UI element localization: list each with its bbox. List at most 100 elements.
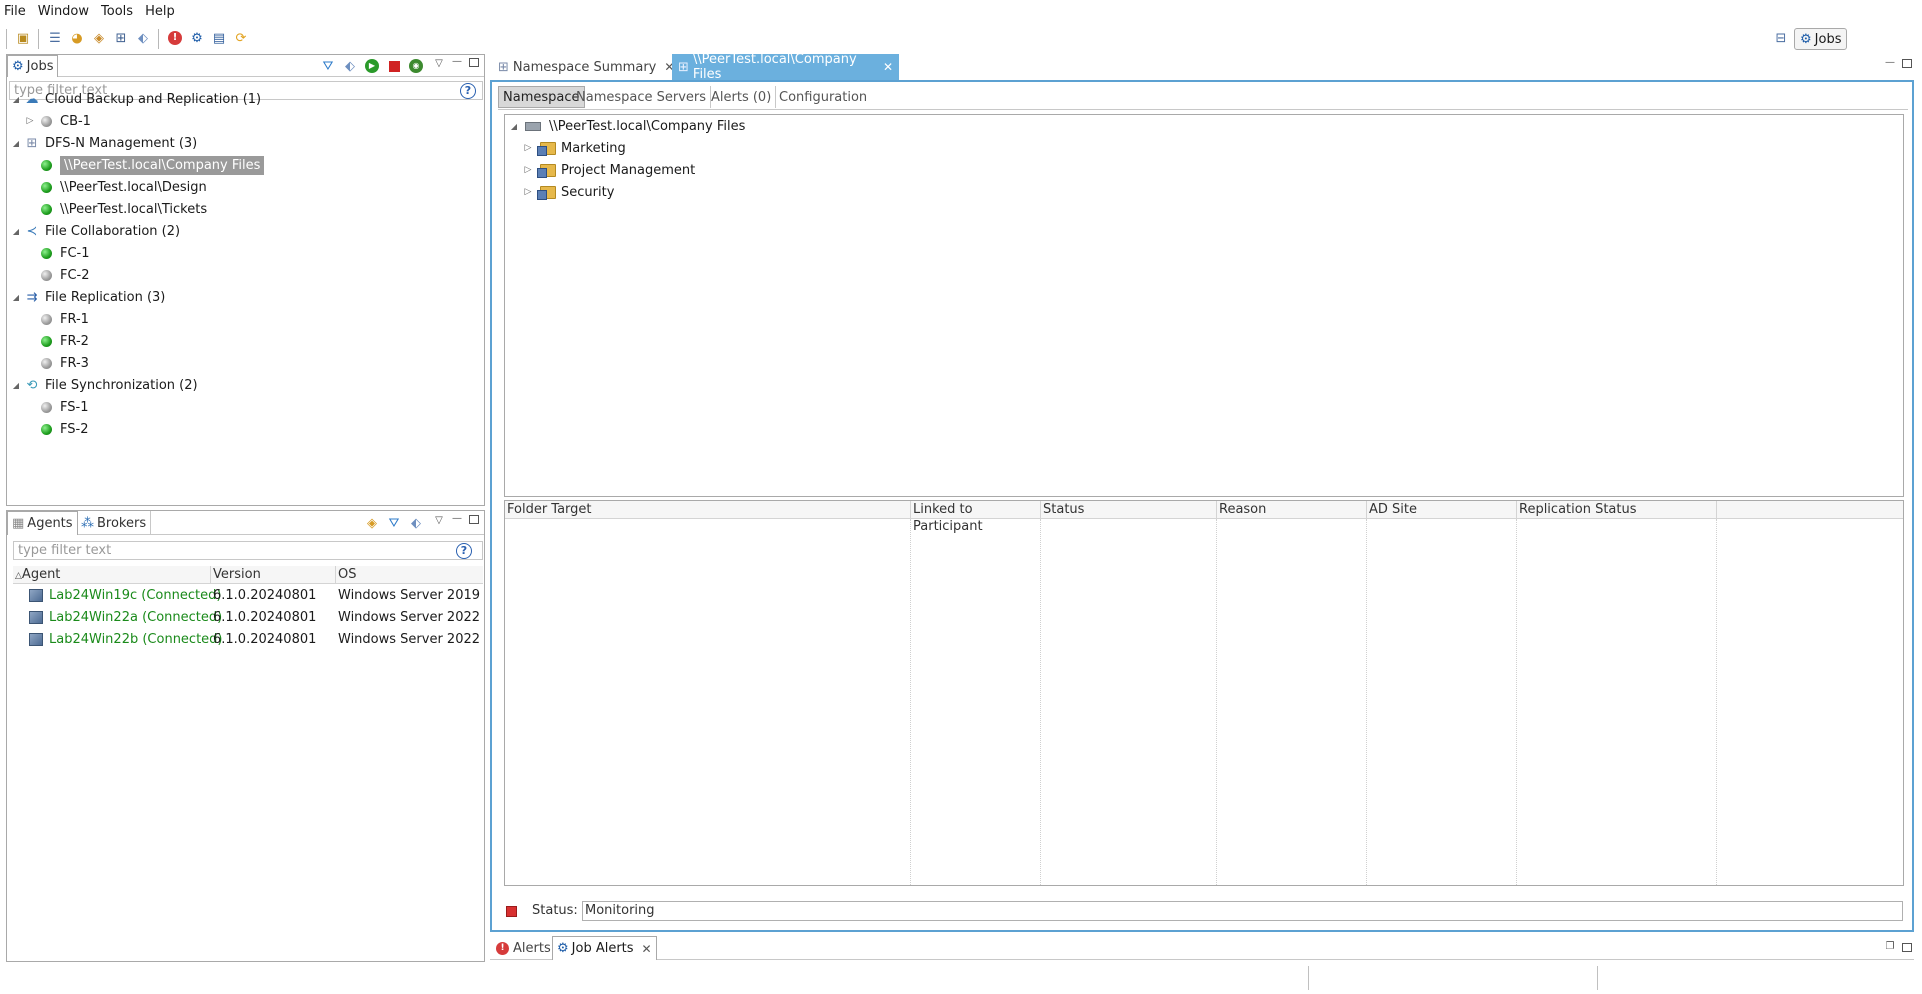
expand-arrow-icon[interactable]: ▷ — [523, 143, 533, 153]
collapse-arrow-icon[interactable]: ◢ — [11, 381, 21, 390]
namespace-folder[interactable]: ▷ Security — [523, 181, 614, 203]
menu-help[interactable]: Help — [145, 4, 175, 19]
tab-job-alerts[interactable]: ⚙ Job Alerts ✕ — [552, 936, 657, 960]
maximize-icon[interactable] — [1902, 59, 1912, 68]
close-icon[interactable]: ✕ — [642, 942, 652, 956]
maximize-icon[interactable] — [1902, 943, 1912, 952]
column-os[interactable]: OS — [336, 566, 483, 584]
agent-row[interactable]: Lab24Win19c (Connected) 6.1.0.20240801 Win… — [29, 585, 480, 605]
job-item[interactable]: \\PeerTest.local\Tickets — [25, 198, 207, 220]
agent-tool-icon[interactable]: ◈ — [363, 514, 381, 532]
close-icon[interactable]: ✕ — [883, 60, 893, 74]
expand-arrow-icon[interactable]: ▷ — [25, 116, 35, 126]
column-version[interactable]: Version — [211, 566, 336, 584]
minimize-icon[interactable]: — — [1884, 58, 1896, 70]
restore-icon[interactable]: ❐ — [1884, 942, 1896, 954]
job-item[interactable]: FC-1 — [25, 242, 90, 264]
tab-company-files[interactable]: ⊞ \\PeerTest.local\Company Files ✕ — [672, 52, 899, 82]
tab-brokers[interactable]: ⁂ Brokers — [77, 511, 152, 535]
broker-icon[interactable]: ◈ — [90, 29, 108, 47]
filter-icon[interactable]: ⛛ — [319, 57, 337, 75]
column-linked-to-participant[interactable]: Linked to Participant — [911, 501, 1041, 534]
help-icon[interactable]: ? — [456, 543, 472, 559]
minimize-icon[interactable]: — — [451, 514, 463, 526]
collapse-arrow-icon[interactable]: ◢ — [11, 293, 21, 302]
agent-row[interactable]: Lab24Win22b (Connected) 6.1.0.20240801 Win… — [29, 629, 480, 649]
job-item[interactable]: \\PeerTest.local\Design — [25, 176, 207, 198]
agent-icon — [29, 588, 43, 602]
collapse-arrow-icon[interactable]: ◢ — [11, 95, 21, 104]
filter-icon[interactable]: ⛛ — [385, 514, 403, 532]
start-icon[interactable]: ▶ — [363, 57, 381, 75]
minimize-icon[interactable]: — — [451, 57, 463, 69]
menu-file[interactable]: File — [4, 4, 26, 19]
refresh-icon[interactable]: ⟳ — [232, 29, 250, 47]
job-group[interactable]: ◢ ☁ Cloud Backup and Replication (1) — [11, 88, 261, 110]
tag-icon[interactable]: ⬖ — [407, 514, 425, 532]
namespace-root[interactable]: ◢ \\PeerTest.local\Company Files — [509, 115, 745, 137]
job-item[interactable]: FR-2 — [25, 330, 89, 352]
job-group[interactable]: ◢ ≺ File Collaboration (2) — [11, 220, 180, 242]
open-perspective-icon[interactable]: ⊟ — [1772, 29, 1790, 47]
job-group[interactable]: ◢ ⊞ DFS-N Management (3) — [11, 132, 197, 154]
job-item[interactable]: ▷ CB-1 — [25, 110, 91, 132]
tag-icon[interactable]: ⬖ — [134, 29, 152, 47]
column-agent[interactable]: △Agent — [13, 566, 211, 584]
menu-window[interactable]: Window — [38, 4, 89, 19]
view-menu-icon[interactable]: ▽ — [433, 59, 445, 71]
agent-globe-icon[interactable]: ◕ — [68, 29, 86, 47]
maximize-icon[interactable] — [469, 58, 479, 67]
monitor-icon[interactable]: ⊞ — [112, 29, 130, 47]
expand-arrow-icon[interactable]: ▷ — [523, 187, 533, 197]
tab-namespace-summary[interactable]: ⊞ Namespace Summary ✕ — [492, 56, 680, 78]
column-folder-target[interactable]: Folder Target — [505, 501, 911, 519]
job-item[interactable]: FR-1 — [25, 308, 89, 330]
agent-row[interactable]: Lab24Win22a (Connected) 6.1.0.20240801 Win… — [29, 607, 480, 627]
namespace-folder[interactable]: ▷ Project Management — [523, 159, 695, 181]
collapse-arrow-icon[interactable]: ◢ — [11, 139, 21, 148]
job-item-label: FR-2 — [60, 333, 89, 349]
column-status[interactable]: Status — [1041, 501, 1217, 519]
collapse-arrow-icon[interactable]: ◢ — [11, 227, 21, 236]
tag-icon[interactable]: ⬖ — [341, 57, 359, 75]
tab-alerts[interactable]: Alerts (0) — [707, 86, 777, 108]
menu-tools[interactable]: Tools — [101, 4, 133, 19]
tab-namespace-servers[interactable]: Namespace Servers — [572, 86, 712, 108]
stop-icon[interactable] — [385, 57, 403, 75]
job-item[interactable]: \\PeerTest.local\Company Files — [25, 154, 265, 176]
column-replication-status[interactable]: Replication Status — [1517, 501, 1717, 519]
scan-icon[interactable]: ◉ — [407, 57, 425, 75]
job-group[interactable]: ◢ ⇉ File Replication (3) — [11, 286, 165, 308]
perspective-jobs-button[interactable]: ⚙ Jobs — [1794, 28, 1848, 50]
agent-version: 6.1.0.20240801 — [213, 609, 317, 625]
gear-icon: ⚙ — [12, 59, 24, 74]
job-item[interactable]: FS-1 — [25, 396, 88, 418]
column-ad-site[interactable]: AD Site — [1367, 501, 1517, 519]
inner-tabbar: Namespace Namespace Servers Alerts (0) C… — [498, 82, 1908, 110]
new-job-icon[interactable]: ▣ — [14, 29, 32, 47]
tab-configuration[interactable]: Configuration — [775, 86, 871, 108]
job-item[interactable]: FR-3 — [25, 352, 89, 374]
tab-agents[interactable]: ▦ Agents — [7, 511, 78, 535]
view-menu-icon[interactable]: ▽ — [433, 516, 445, 528]
help-icon[interactable]: ? — [460, 83, 476, 99]
menu-bar: File Window Tools Help — [0, 0, 1922, 22]
gear-icon[interactable]: ⚙ — [188, 29, 206, 47]
clipboard-icon[interactable]: ▤ — [210, 29, 228, 47]
column-reason[interactable]: Reason — [1217, 501, 1367, 519]
expand-arrow-icon[interactable]: ▷ — [523, 165, 533, 175]
job-group[interactable]: ◢ ⟲ File Synchronization (2) — [11, 374, 198, 396]
namespace-folder[interactable]: ▷ Marketing — [523, 137, 626, 159]
alert-icon[interactable]: ! — [166, 29, 184, 47]
job-item-label: FC-2 — [60, 267, 90, 283]
agents-filter-input[interactable]: type filter text — [13, 541, 483, 560]
job-item[interactable]: FC-2 — [25, 264, 90, 286]
status-green-icon — [41, 203, 52, 215]
job-list-icon[interactable]: ☰ — [46, 29, 64, 47]
column-divider — [910, 519, 911, 885]
tab-alerts-view[interactable]: ! Alerts — [492, 938, 555, 958]
collapse-arrow-icon[interactable]: ◢ — [509, 122, 519, 131]
job-item[interactable]: FS-2 — [25, 418, 88, 440]
maximize-icon[interactable] — [469, 515, 479, 524]
tab-jobs[interactable]: ⚙ Jobs — [7, 55, 59, 77]
